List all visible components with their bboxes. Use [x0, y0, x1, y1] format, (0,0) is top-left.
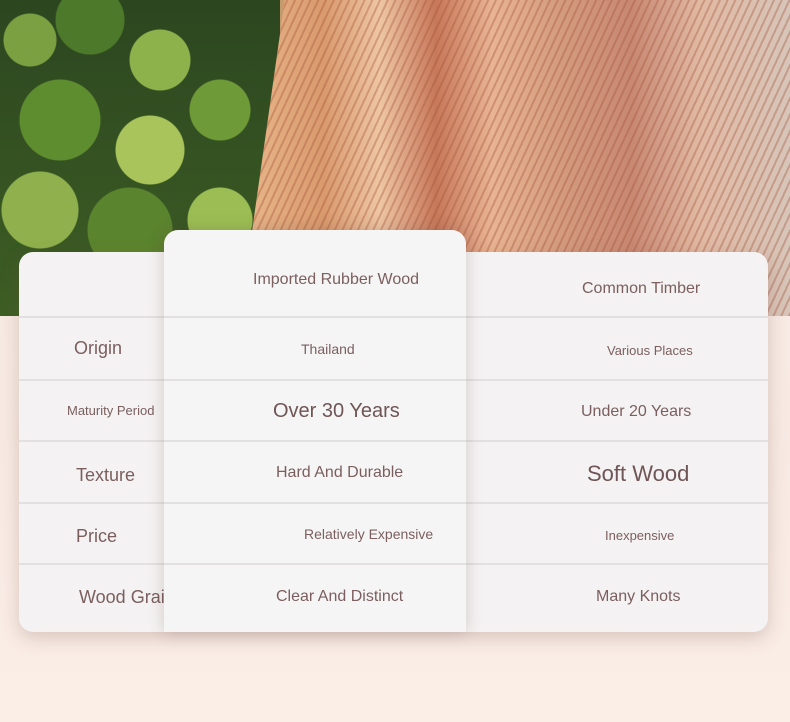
row-divider [164, 379, 466, 381]
compare-maturity: Under 20 Years [581, 403, 692, 420]
header-common-timber: Common Timber [582, 280, 701, 297]
row-divider [164, 440, 466, 442]
header-imported-rubber-wood: Imported Rubber Wood [253, 271, 420, 288]
row-label-texture: Texture [76, 465, 136, 485]
feature-wood-grain: Clear And Distinct [276, 588, 404, 605]
featured-column: Imported Rubber Wood Thailand Over 30 Ye… [164, 230, 466, 632]
feature-origin: Thailand [301, 341, 355, 357]
row-label-price: Price [76, 526, 118, 546]
feature-maturity: Over 30 Years [273, 400, 400, 422]
feature-texture: Hard And Durable [276, 464, 404, 481]
compare-origin: Various Places [607, 343, 693, 358]
compare-price: Inexpensive [605, 528, 675, 543]
row-divider [164, 563, 466, 565]
row-label-origin: Origin [74, 338, 123, 358]
row-label-wood-grain: Wood Grain [79, 587, 175, 607]
compare-texture: Soft Wood [587, 461, 690, 486]
row-divider [164, 316, 466, 318]
row-divider [164, 502, 466, 504]
compare-wood-grain: Many Knots [596, 588, 681, 605]
feature-price: Relatively Expensive [304, 526, 434, 542]
row-label-maturity: Maturity Period [67, 403, 155, 418]
